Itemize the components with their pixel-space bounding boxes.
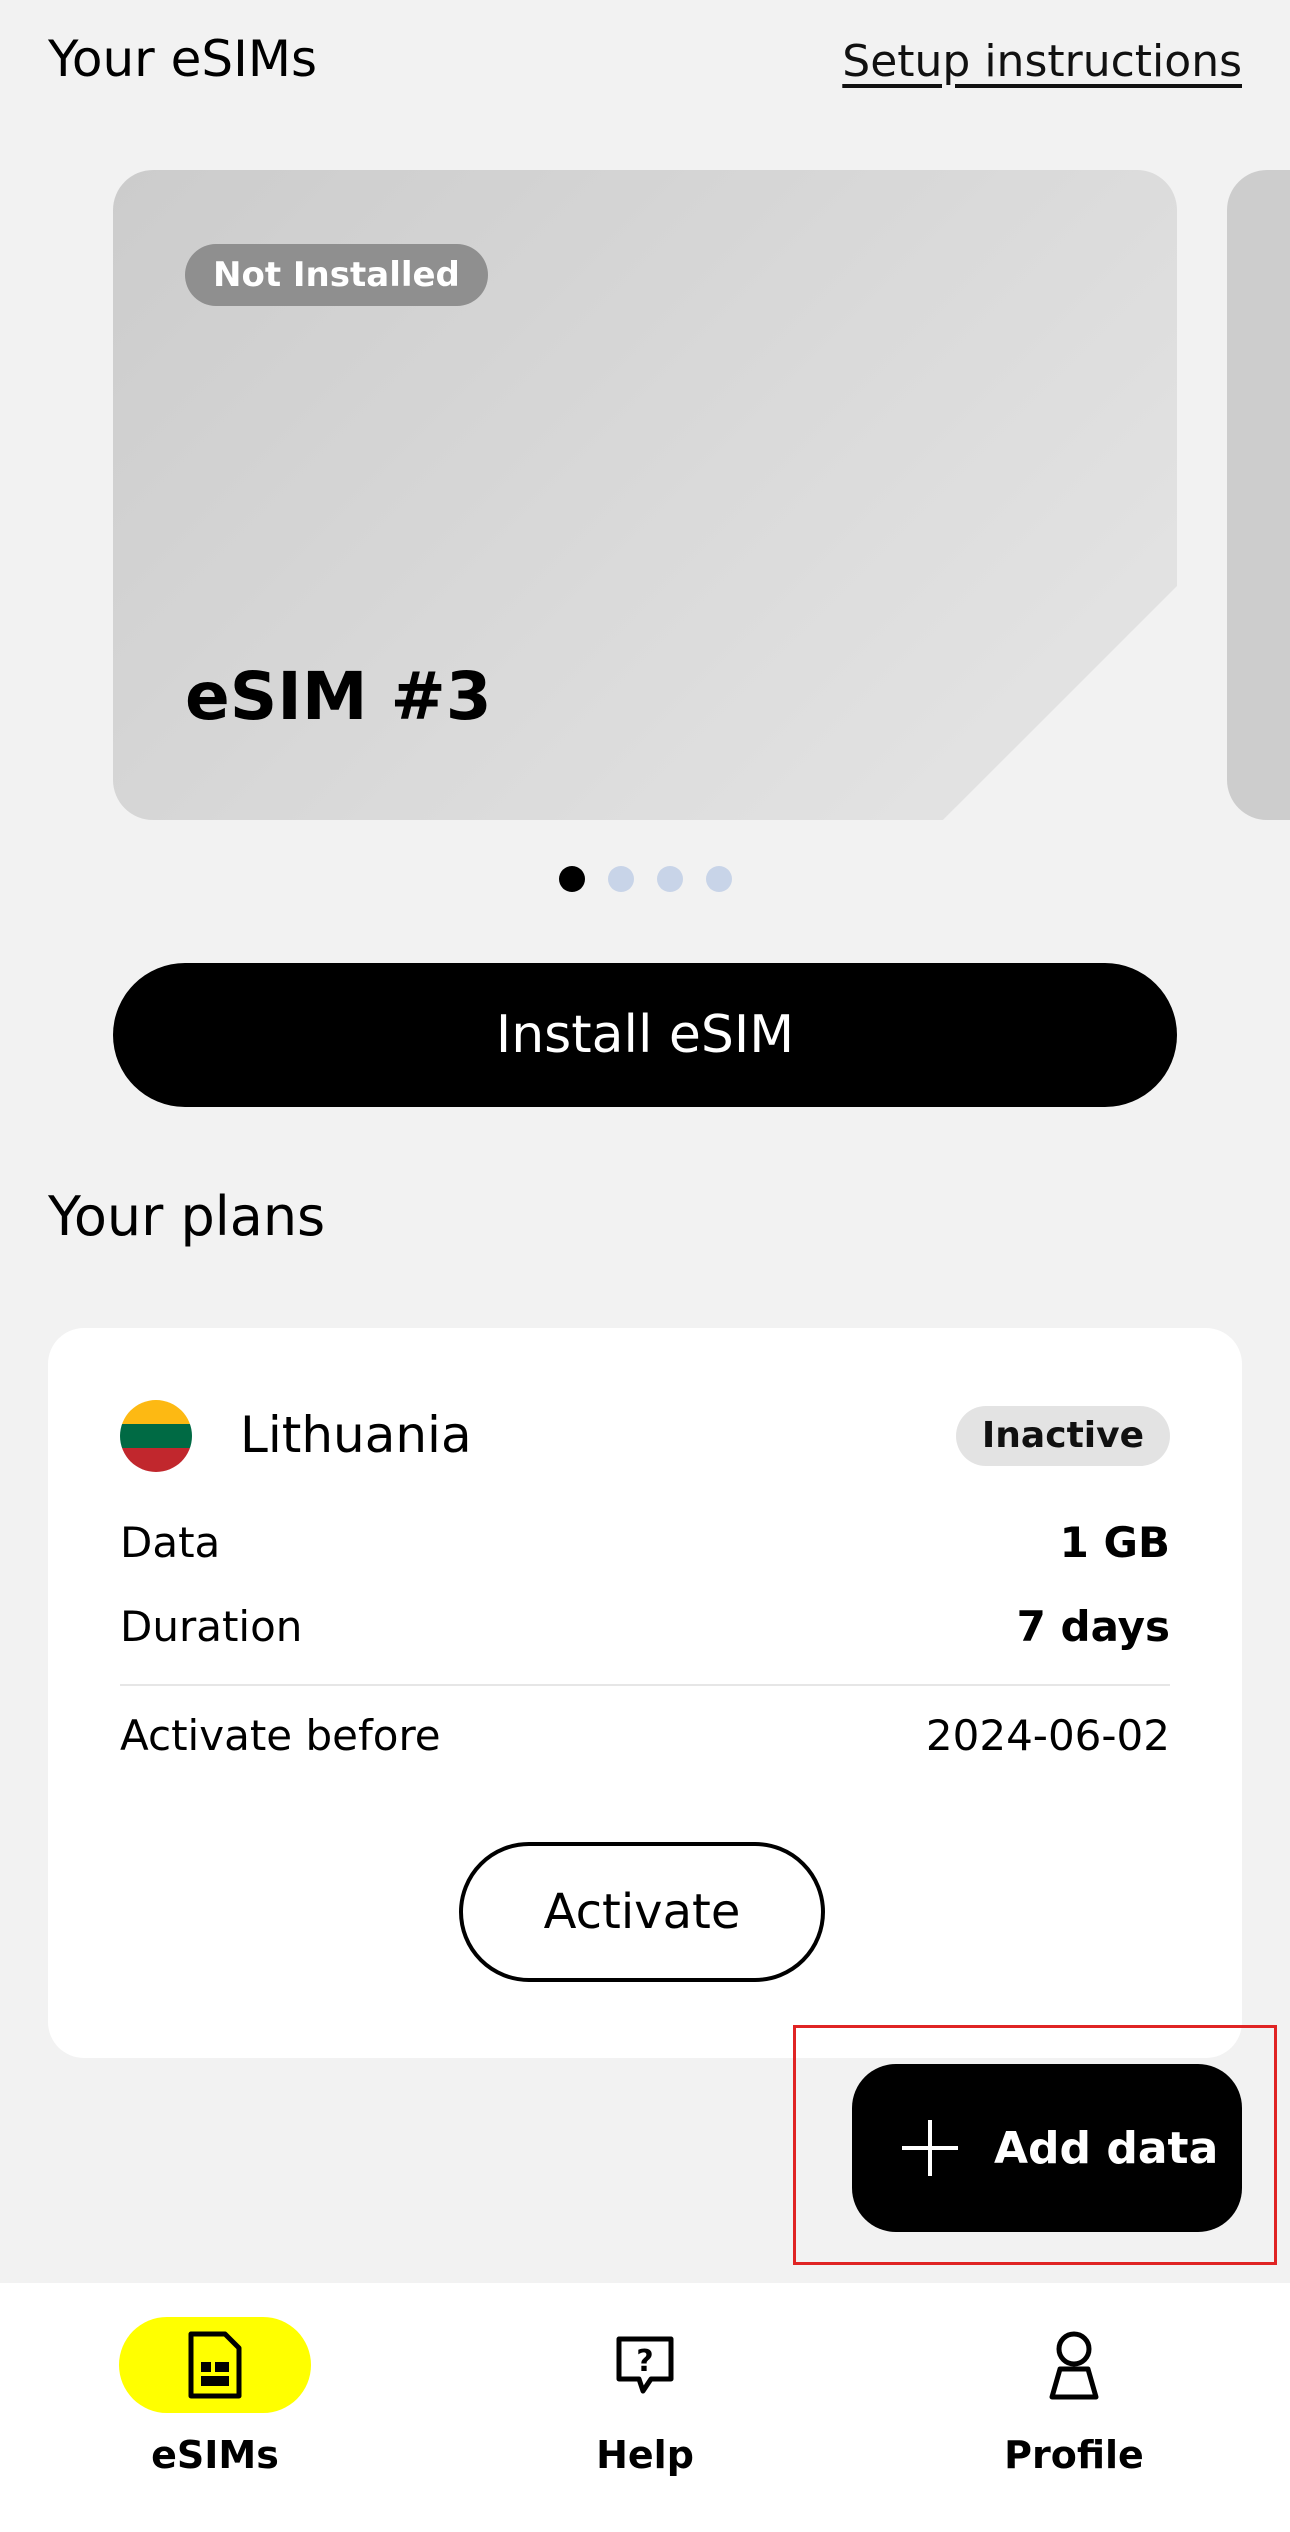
tab-profile-icon-bg (978, 2317, 1170, 2413)
tab-esims[interactable]: eSIMs (65, 2283, 365, 2532)
pagination-dot[interactable] (705, 866, 732, 892)
plan-country: Lithuania (240, 1406, 472, 1464)
svg-text:?: ? (636, 2344, 653, 2379)
plan-data-label: Data (120, 1518, 221, 1567)
plan-duration-label: Duration (120, 1602, 303, 1651)
carousel-pagination (0, 866, 1290, 892)
highlight-box (793, 2025, 1277, 2265)
sim-card-icon (188, 2331, 242, 2399)
esim-card-name: eSIM #3 (185, 658, 492, 735)
esim-status-badge: Not Installed (185, 244, 488, 306)
tab-help-label: Help (596, 2433, 694, 2477)
pagination-dot[interactable] (607, 866, 634, 892)
plan-data-row: Data 1 GB (120, 1518, 1170, 1567)
page-title: Your eSIMs (48, 30, 318, 88)
plan-activate-before-label: Activate before (120, 1711, 441, 1760)
lithuania-flag-icon (120, 1400, 192, 1472)
plans-section-title: Your plans (48, 1185, 326, 1248)
pagination-dot[interactable] (656, 866, 683, 892)
plan-status-badge: Inactive (955, 1406, 1170, 1466)
plan-divider (120, 1684, 1170, 1686)
tab-esims-label: eSIMs (151, 2433, 279, 2477)
tab-help-icon-bg: ? (549, 2317, 741, 2413)
tab-esims-icon-bg (119, 2317, 311, 2413)
plan-duration-row: Duration 7 days (120, 1602, 1170, 1651)
plan-activate-before-value: 2024-06-02 (925, 1711, 1170, 1760)
esim-carousel[interactable]: Not Installed eSIM #3 (0, 170, 1290, 820)
person-icon (1049, 2331, 1099, 2400)
plan-duration-value: 7 days (1016, 1602, 1170, 1651)
tab-help[interactable]: ? Help (495, 2283, 795, 2532)
activate-button[interactable]: Activate (459, 1842, 825, 1982)
setup-instructions-link[interactable]: Setup instructions (842, 36, 1242, 87)
plan-card: Lithuania Inactive Data 1 GB Duration 7 … (48, 1328, 1242, 2058)
bottom-tab-bar: eSIMs ? Help Profile (0, 2283, 1290, 2532)
pagination-dot-active[interactable] (558, 866, 585, 892)
plan-activate-before-row: Activate before 2024-06-02 (120, 1711, 1170, 1760)
esim-card[interactable]: Not Installed eSIM #3 (113, 170, 1177, 820)
help-bubble-icon: ? (616, 2336, 674, 2394)
tab-profile[interactable]: Profile (924, 2283, 1224, 2532)
next-esim-card[interactable] (1227, 170, 1290, 820)
plan-data-value: 1 GB (1059, 1518, 1170, 1567)
install-esim-button[interactable]: Install eSIM (113, 963, 1177, 1107)
tab-profile-label: Profile (1004, 2433, 1144, 2477)
